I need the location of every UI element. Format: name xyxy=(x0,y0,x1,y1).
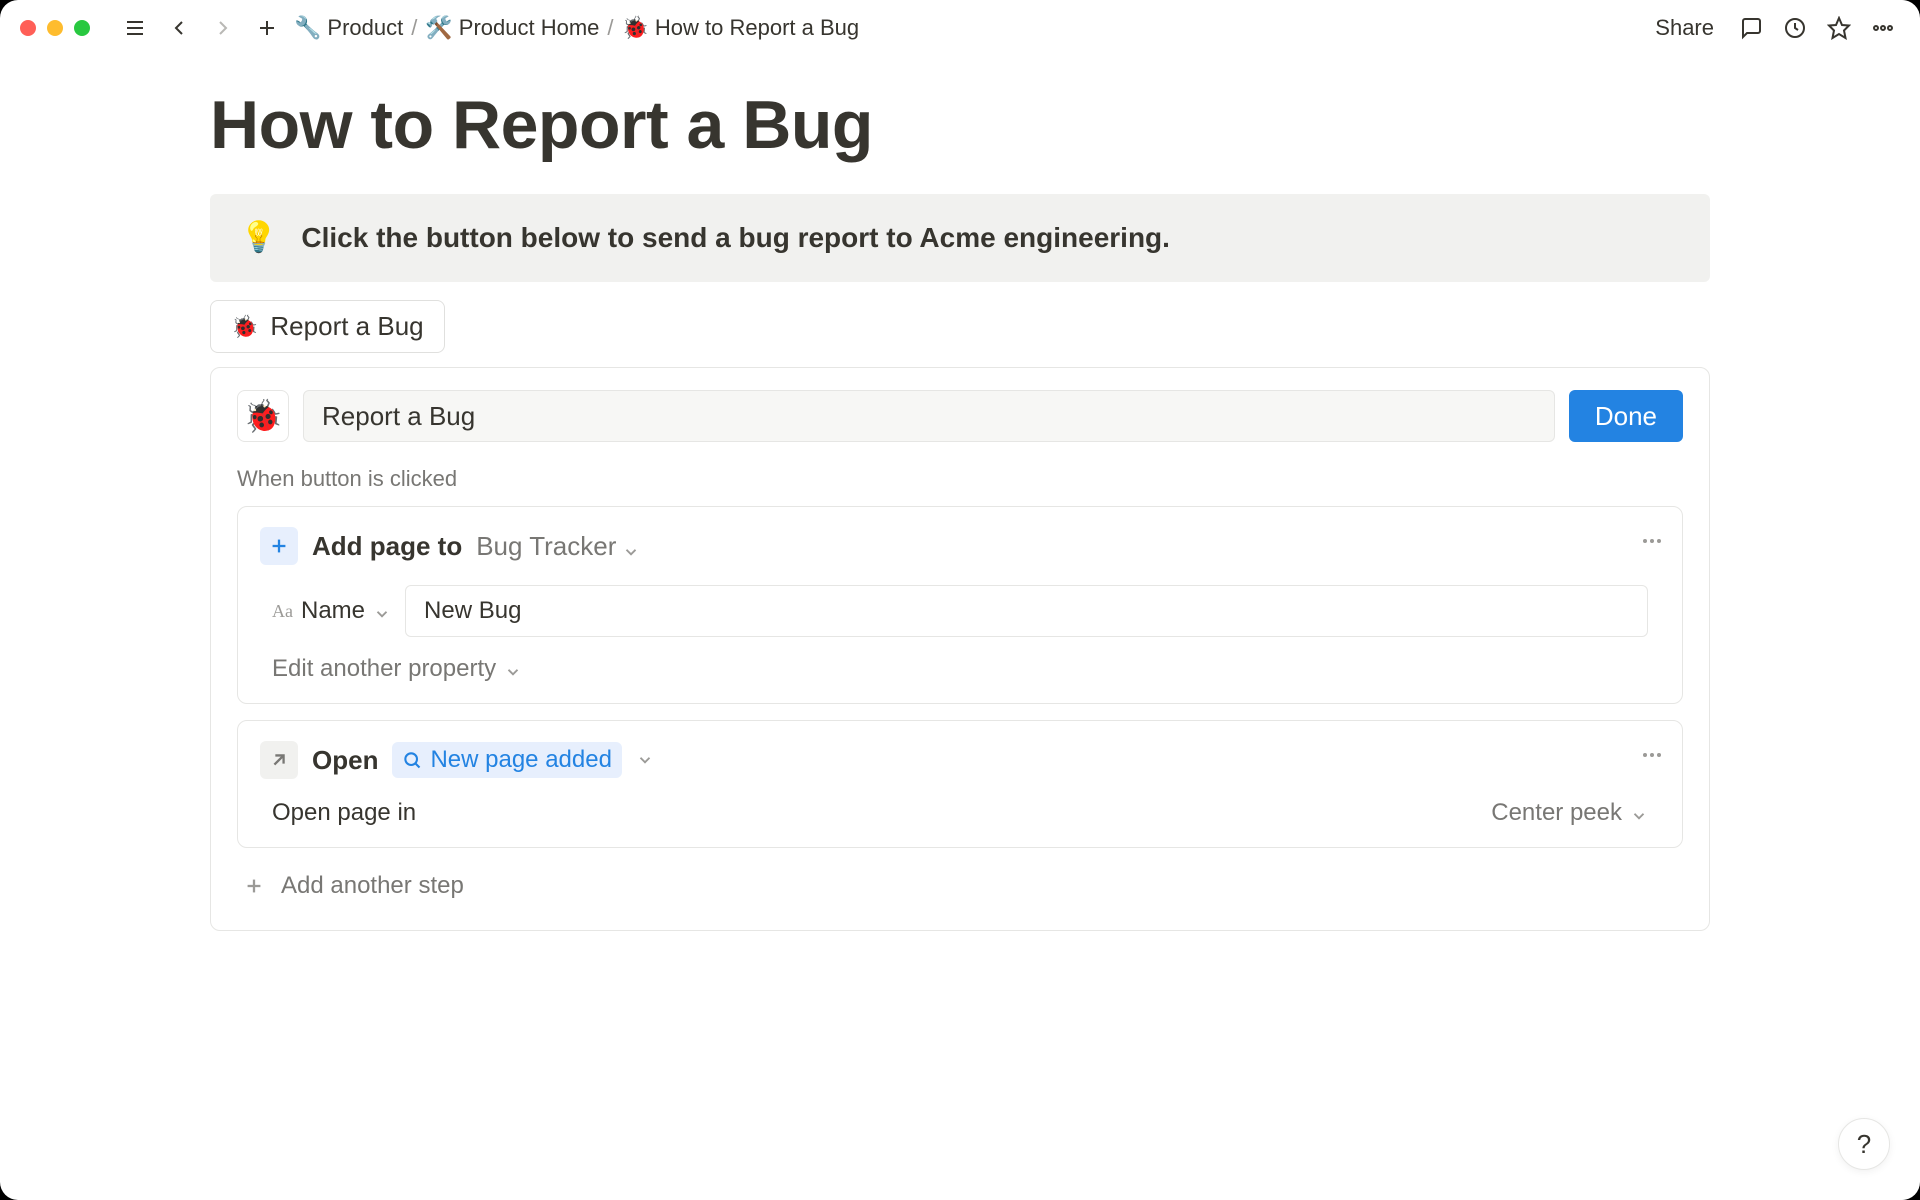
history-button[interactable] xyxy=(1778,11,1812,45)
search-icon xyxy=(402,750,422,770)
breadcrumb-label: How to Report a Bug xyxy=(655,15,859,41)
favorite-button[interactable] xyxy=(1822,11,1856,45)
wrench-icon: 🔧 xyxy=(294,17,321,39)
step-more-button[interactable] xyxy=(1640,743,1664,772)
edit-another-label: Edit another property xyxy=(272,655,496,683)
button-name-input[interactable] xyxy=(303,390,1555,442)
button-icon-picker[interactable]: 🐞 xyxy=(237,390,289,442)
done-button[interactable]: Done xyxy=(1569,390,1683,442)
plus-icon xyxy=(260,527,298,565)
breadcrumb-separator: / xyxy=(607,15,613,41)
topbar: 🔧 Product / 🛠️ Product Home / 🐞 How to R… xyxy=(0,0,1920,56)
breadcrumb: 🔧 Product / 🛠️ Product Home / 🐞 How to R… xyxy=(294,15,859,41)
property-name-selector[interactable]: Aa Name xyxy=(272,597,391,625)
button-label: Report a Bug xyxy=(270,311,423,342)
share-button[interactable]: Share xyxy=(1645,15,1724,41)
pill-label: New page added xyxy=(430,746,611,774)
breadcrumb-item-current[interactable]: 🐞 How to Report a Bug xyxy=(622,15,860,41)
nav-forward-button[interactable] xyxy=(206,11,240,45)
open-page-in-label: Open page in xyxy=(272,799,416,827)
text-property-icon: Aa xyxy=(272,601,293,622)
step-more-button[interactable] xyxy=(1640,529,1664,558)
step-action-label: Add page to xyxy=(312,531,462,562)
lightbulb-icon: 💡 xyxy=(240,223,277,253)
button-config-panel: 🐞 Done When button is clicked Add page t… xyxy=(210,367,1710,931)
nav-back-button[interactable] xyxy=(162,11,196,45)
page-reference-pill[interactable]: New page added xyxy=(392,742,621,778)
report-bug-button[interactable]: 🐞 Report a Bug xyxy=(210,300,445,353)
breadcrumb-item-product[interactable]: 🔧 Product xyxy=(294,15,403,41)
target-name: Bug Tracker xyxy=(476,531,616,562)
page-title[interactable]: How to Report a Bug xyxy=(210,86,1710,164)
ladybug-icon: 🐞 xyxy=(622,17,649,39)
property-value-input[interactable] xyxy=(405,585,1648,637)
chevron-down-icon xyxy=(373,602,391,620)
breadcrumb-separator: / xyxy=(411,15,417,41)
trigger-label: When button is clicked xyxy=(237,466,1683,492)
sidebar-toggle-button[interactable] xyxy=(118,11,152,45)
minimize-window-button[interactable] xyxy=(47,20,63,36)
open-arrow-icon xyxy=(260,741,298,779)
new-page-button[interactable] xyxy=(250,11,284,45)
chevron-down-icon[interactable] xyxy=(636,751,654,769)
automation-step-add-page: Add page to Bug Tracker Aa Name xyxy=(237,506,1683,704)
add-step-label: Add another step xyxy=(281,872,464,900)
open-mode-selector[interactable]: Center peek xyxy=(1491,799,1648,827)
property-label: Name xyxy=(301,597,365,625)
callout-text: Click the button below to send a bug rep… xyxy=(301,222,1170,254)
add-step-button[interactable]: Add another step xyxy=(237,864,470,908)
edit-another-property-button[interactable]: Edit another property xyxy=(272,655,522,683)
chevron-down-icon xyxy=(504,660,522,678)
breadcrumb-item-product-home[interactable]: 🛠️ Product Home xyxy=(425,15,599,41)
open-mode-value: Center peek xyxy=(1491,799,1622,827)
ladybug-icon: 🐞 xyxy=(231,316,258,338)
help-button[interactable]: ? xyxy=(1838,1118,1890,1170)
step-target-selector[interactable]: Bug Tracker xyxy=(476,531,640,562)
plus-icon xyxy=(243,875,265,897)
breadcrumb-label: Product Home xyxy=(459,15,600,41)
tools-icon: 🛠️ xyxy=(425,17,452,39)
fullscreen-window-button[interactable] xyxy=(74,20,90,36)
chevron-down-icon xyxy=(1630,804,1648,822)
comments-button[interactable] xyxy=(1734,11,1768,45)
step-action-label: Open xyxy=(312,745,378,776)
automation-step-open: Open New page added Open page in Center … xyxy=(237,720,1683,848)
chevron-down-icon xyxy=(622,537,640,555)
more-menu-button[interactable] xyxy=(1866,11,1900,45)
callout-block[interactable]: 💡 Click the button below to send a bug r… xyxy=(210,194,1710,282)
window-controls xyxy=(20,20,90,36)
page-content: How to Report a Bug 💡 Click the button b… xyxy=(0,56,1920,931)
breadcrumb-label: Product xyxy=(327,15,403,41)
close-window-button[interactable] xyxy=(20,20,36,36)
